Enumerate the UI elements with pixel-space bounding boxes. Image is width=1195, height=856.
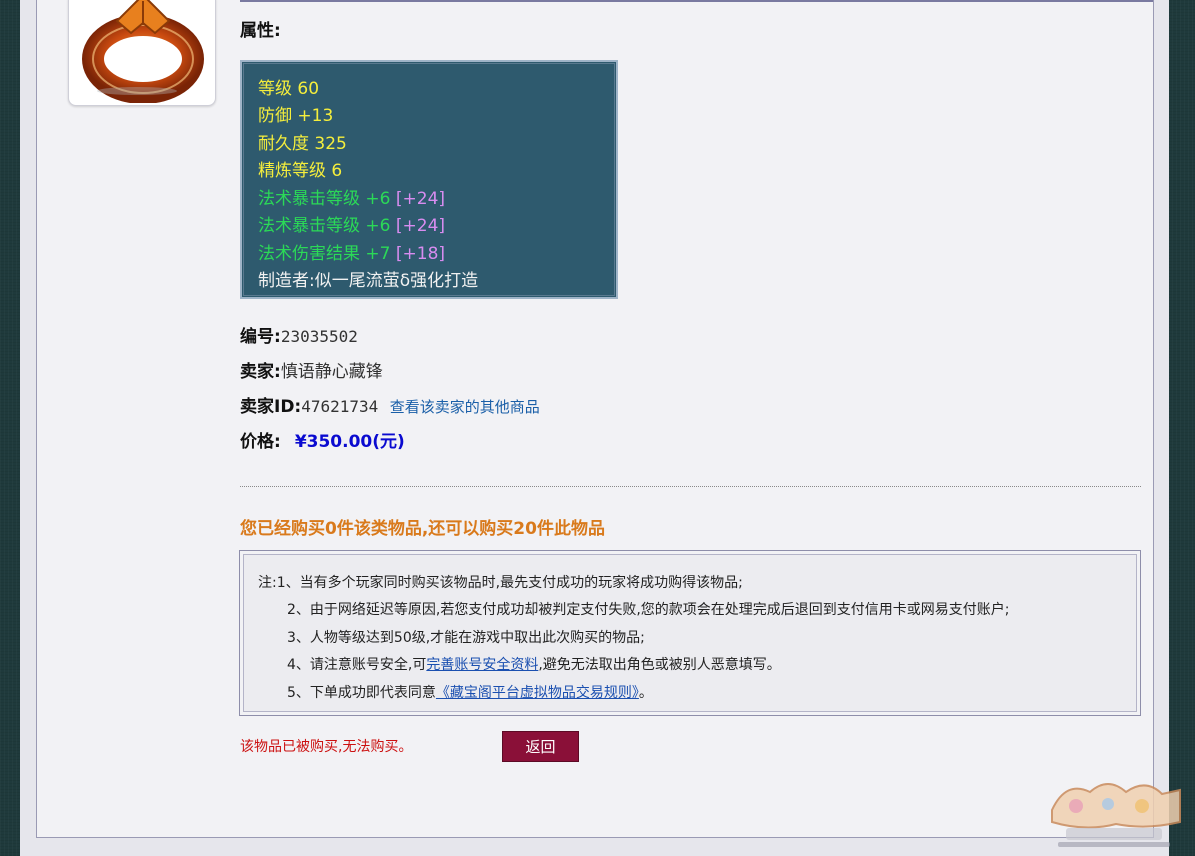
seller-id-value: 47621734	[301, 397, 379, 416]
note-4-pre: 4、请注意账号安全,可	[287, 657, 427, 673]
seller-row: 卖家:慎语静心藏锋	[240, 357, 383, 382]
purchase-count-message: 您已经购买0件该类物品,还可以购买20件此物品	[240, 519, 605, 539]
seller-id-row: 卖家ID:47621734 查看该卖家的其他商品	[240, 392, 540, 417]
dotted-divider	[240, 486, 1141, 487]
serial-row: 编号:23035502	[240, 322, 358, 347]
account-security-link[interactable]: 完善账号安全资料	[426, 657, 538, 673]
note-3: 3、人物等级达到50级,才能在游戏中取出此次购买的物品;	[287, 630, 645, 646]
note-5-post: 。	[638, 685, 653, 701]
trade-rules-link[interactable]: 《藏宝阁平台虚拟物品交易规则》	[436, 685, 639, 701]
attr-level: 等级 60	[258, 79, 320, 99]
note-5-pre: 5、下单成功即代表同意	[287, 685, 436, 701]
attr-bonus: [+18]	[395, 244, 446, 264]
attributes-title: 属性:	[240, 21, 281, 41]
price-row: 价格: ¥350.00(元)	[240, 427, 405, 452]
ring-item-icon	[82, 0, 204, 103]
note-2: 2、由于网络延迟等原因,若您支付成功却被判定支付失败,您的款项会在处理完成后退回…	[287, 602, 1010, 618]
price-label: 价格:	[240, 432, 281, 452]
attr-text: 法术暴击等级 +6	[258, 189, 391, 209]
attr-spell-damage: 法术伤害结果 +7 [+18]	[258, 239, 445, 264]
seller-value: 慎语静心藏锋	[280, 362, 383, 382]
attr-spell-crit-1: 法术暴击等级 +6 [+24]	[258, 184, 445, 209]
seller-id-label: 卖家ID:	[240, 397, 302, 417]
seller-label: 卖家:	[240, 362, 281, 382]
attr-text: 法术暴击等级 +6	[258, 216, 391, 236]
attr-defense: 防御 +13	[258, 106, 334, 126]
top-divider	[240, 0, 1153, 2]
seller-other-items-link[interactable]: 查看该卖家的其他商品	[390, 398, 540, 416]
attr-maker: 制造者:似一尾流萤δ强化打造	[258, 271, 479, 291]
note-4: 4、请注意账号安全,可完善账号安全资料,避免无法取出角色或被别人恶意填写。	[287, 654, 781, 674]
attr-bonus: [+24]	[395, 216, 446, 236]
attributes-box: 等级 60 防御 +13 耐久度 325 精炼等级 6 法术暴击等级 +6 [+…	[240, 60, 618, 299]
serial-label: 编号:	[240, 327, 281, 347]
note-1: 注:1、当有多个玩家同时购买该物品时,最先支付成功的玩家将成功购得该物品;	[258, 575, 743, 591]
sold-out-message: 该物品已被购买,无法购买。	[240, 739, 413, 755]
note-4-post: ,避免无法取出角色或被别人恶意填写。	[538, 657, 781, 673]
game-logo-watermark	[1051, 783, 1181, 847]
back-button[interactable]: 返回	[502, 731, 579, 762]
note-5: 5、下单成功即代表同意《藏宝阁平台虚拟物品交易规则》。	[287, 682, 653, 702]
attr-spell-crit-2: 法术暴击等级 +6 [+24]	[258, 211, 445, 236]
price-value: ¥350.00(元)	[294, 432, 405, 452]
notes-box: 注:1、当有多个玩家同时购买该物品时,最先支付成功的玩家将成功购得该物品; 2、…	[239, 550, 1141, 716]
serial-value: 23035502	[280, 327, 358, 346]
attr-refine-level: 精炼等级 6	[258, 161, 343, 181]
attr-text: 法术伤害结果 +7	[258, 244, 391, 264]
attr-bonus: [+24]	[395, 189, 446, 209]
notes-inner: 注:1、当有多个玩家同时购买该物品时,最先支付成功的玩家将成功购得该物品; 2、…	[243, 554, 1137, 712]
attr-durability: 耐久度 325	[258, 134, 347, 154]
item-image-frame	[68, 0, 216, 106]
